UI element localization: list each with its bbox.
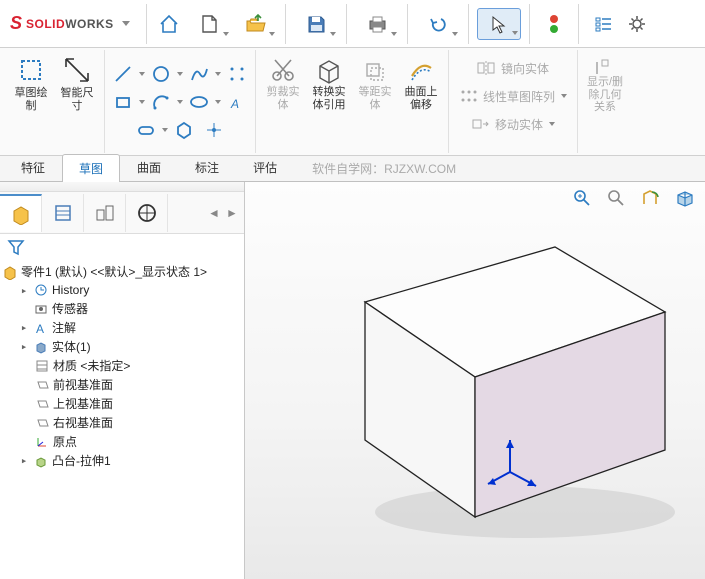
tree-history[interactable]: ▸History <box>0 281 244 299</box>
home-button[interactable] <box>153 8 185 40</box>
rectangle-tool[interactable] <box>109 88 137 116</box>
point-tool[interactable] <box>200 116 228 144</box>
material-icon <box>34 358 50 374</box>
text-tool[interactable]: A <box>223 88 251 116</box>
ribbon-group-pattern: 镜向实体 线性草图阵列 移动实体 <box>449 50 578 153</box>
svg-text:A: A <box>36 322 44 335</box>
display-relations-button[interactable]: 显示/删 除几何 关系 <box>582 52 628 116</box>
solid-body-icon <box>33 339 49 355</box>
configuration-tab[interactable] <box>84 194 126 232</box>
ribbon-group-display: 显示/删 除几何 关系 <box>578 50 632 153</box>
ellipse-tool[interactable] <box>185 88 213 116</box>
dimxpert-tab[interactable] <box>126 194 168 232</box>
tree-filter[interactable] <box>0 234 244 260</box>
tree-extrude1[interactable]: ▸凸台-拉伸1 <box>0 451 244 470</box>
circle-tool[interactable] <box>147 60 175 88</box>
app-menu-arrow[interactable] <box>122 21 130 26</box>
tree-top-plane[interactable]: 上视基准面 <box>0 394 244 413</box>
ribbon-group-draw-tools: A <box>105 50 256 153</box>
separator <box>529 4 530 44</box>
save-button[interactable] <box>294 8 338 40</box>
panel-nav: ◄ ► <box>202 201 244 225</box>
origin-icon <box>34 434 50 450</box>
ribbon-group-sketch: 草图绘 制 智能尺 寸 <box>4 50 105 153</box>
separator <box>146 4 147 44</box>
sketch-button[interactable]: 草图绘 制 <box>8 52 54 116</box>
tree-sensors[interactable]: 传感器 <box>0 299 244 318</box>
open-button[interactable] <box>233 8 277 40</box>
spline-tool[interactable] <box>185 60 213 88</box>
nav-next[interactable]: ► <box>224 203 240 223</box>
nav-prev[interactable]: ◄ <box>206 203 222 223</box>
command-tabs: 特征 草图 曲面 标注 评估 软件自学网：RJZXW.COM <box>0 156 705 182</box>
tree-right-plane[interactable]: 右视基准面 <box>0 413 244 432</box>
plane-icon <box>34 396 50 412</box>
quick-access-toolbar <box>153 4 653 44</box>
linear-pattern-button[interactable]: 线性草图阵列 <box>453 82 573 110</box>
property-manager-tab[interactable] <box>42 194 84 232</box>
svg-text:A: A <box>230 97 239 111</box>
logo-mark: S <box>10 13 22 34</box>
tab-surfaces[interactable]: 曲面 <box>120 153 178 181</box>
feature-tree: 零件1 (默认) <<默认>_显示状态 1> ▸History 传感器 ▸A注解… <box>0 260 244 579</box>
tree-material[interactable]: 材质 <未指定> <box>0 356 244 375</box>
panel-grip[interactable] <box>0 182 244 192</box>
plane-icon <box>34 415 50 431</box>
convert-entities-button[interactable]: 转换实 体引用 <box>306 52 352 116</box>
sensor-icon <box>33 301 49 317</box>
ribbon-toolbar: 草图绘 制 智能尺 寸 A <box>0 48 705 156</box>
tab-features[interactable]: 特征 <box>4 153 62 181</box>
separator <box>407 4 408 44</box>
separator <box>578 4 579 44</box>
tree-annotations[interactable]: ▸A注解 <box>0 318 244 337</box>
separator <box>346 4 347 44</box>
tab-sketch[interactable]: 草图 <box>62 154 120 182</box>
slot-tool[interactable] <box>132 116 160 144</box>
tree-front-plane[interactable]: 前视基准面 <box>0 375 244 394</box>
trim-button[interactable]: 剪裁实 体 <box>260 52 306 116</box>
annotation-icon: A <box>33 320 49 336</box>
separator <box>285 4 286 44</box>
print-button[interactable] <box>355 8 399 40</box>
tree-root[interactable]: 零件1 (默认) <<默认>_显示状态 1> <box>0 262 244 281</box>
history-icon <box>33 282 49 298</box>
graphics-viewport[interactable] <box>245 182 705 579</box>
feature-manager-panel: ◄ ► 零件1 (默认) <<默认>_显示状态 1> ▸History 传感器 … <box>0 182 245 579</box>
offset-on-surface-button[interactable]: 曲面上 偏移 <box>398 52 444 116</box>
undo-button[interactable] <box>416 8 460 40</box>
rebuild-button[interactable] <box>538 8 570 40</box>
model-box <box>245 182 705 579</box>
main-area: ◄ ► 零件1 (默认) <<默认>_显示状态 1> ▸History 传感器 … <box>0 182 705 579</box>
rectangle-points-tool[interactable] <box>223 60 251 88</box>
feature-tree-tab[interactable] <box>0 194 42 232</box>
ribbon-group-modify: 剪裁实 体 转换实 体引用 等距实 体 曲面上 偏移 <box>256 50 449 153</box>
manager-tabs: ◄ ► <box>0 192 244 234</box>
app-logo: S SOLIDWORKS <box>0 13 140 34</box>
new-button[interactable] <box>187 8 231 40</box>
tab-evaluate[interactable]: 评估 <box>236 153 294 181</box>
separator <box>468 4 469 44</box>
settings-button[interactable] <box>621 8 653 40</box>
line-tool[interactable] <box>109 60 137 88</box>
select-button[interactable] <box>477 8 521 40</box>
polygon-tool[interactable] <box>170 116 198 144</box>
tree-origin[interactable]: 原点 <box>0 432 244 451</box>
plane-icon <box>34 377 50 393</box>
watermark-text: 软件自学网：RJZXW.COM <box>312 160 456 177</box>
options-list-button[interactable] <box>587 8 619 40</box>
tab-annotate[interactable]: 标注 <box>178 153 236 181</box>
extrude-icon <box>33 453 49 469</box>
logo-text: SOLIDWORKS <box>26 17 114 31</box>
part-icon <box>2 264 18 280</box>
tree-bodies[interactable]: ▸实体(1) <box>0 337 244 356</box>
mirror-entities-button[interactable]: 镜向实体 <box>471 54 555 82</box>
offset-entities-button[interactable]: 等距实 体 <box>352 52 398 116</box>
title-bar: S SOLIDWORKS <box>0 0 705 48</box>
arc-tool[interactable] <box>147 88 175 116</box>
move-entities-button[interactable]: 移动实体 <box>465 110 561 138</box>
smart-dimension-button[interactable]: 智能尺 寸 <box>54 52 100 116</box>
